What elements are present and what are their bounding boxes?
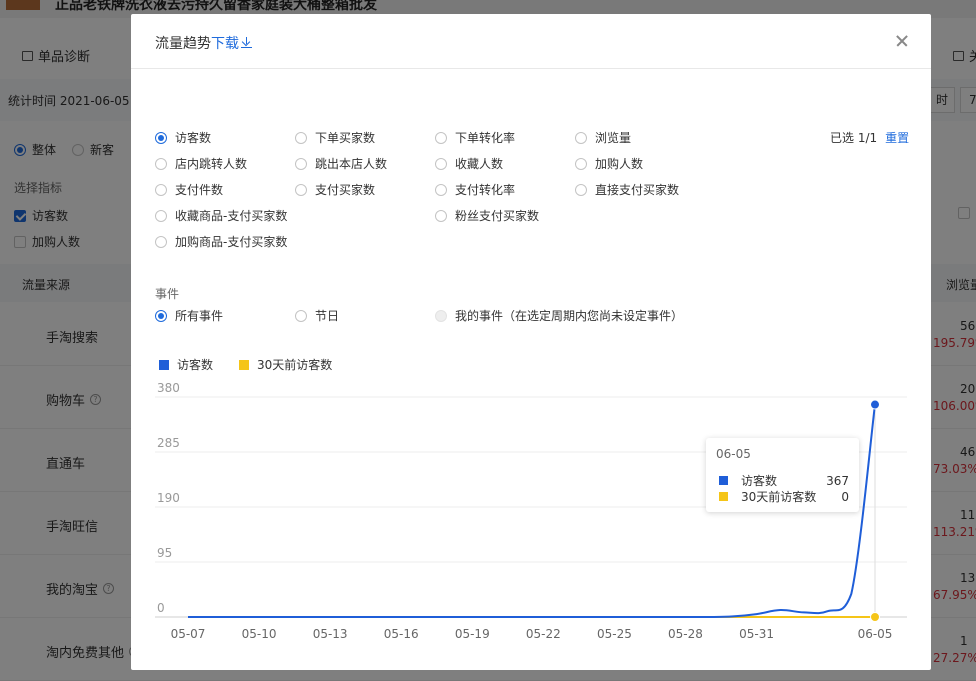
x-tick-label: 05-22 (526, 627, 561, 641)
y-tick-label: 285 (157, 436, 180, 450)
y-tick-label: 95 (157, 546, 172, 560)
x-tick-label: 06-05 (858, 627, 893, 641)
tooltip-row-visitors: 访客数 367 (719, 472, 849, 489)
y-tick-label: 0 (157, 601, 165, 615)
tooltip-swatch (719, 476, 728, 485)
x-tick-label: 05-16 (384, 627, 419, 641)
x-tick-label: 05-19 (455, 627, 490, 641)
x-tick-label: 05-25 (597, 627, 632, 641)
y-tick-label: 380 (157, 381, 180, 395)
y-tick-label: 190 (157, 491, 180, 505)
tooltip-date: 06-05 (716, 447, 751, 461)
x-tick-label: 05-10 (242, 627, 277, 641)
data-point-visitors (870, 399, 880, 410)
tooltip-swatch (719, 492, 728, 501)
x-tick-label: 05-13 (313, 627, 348, 641)
x-tick-label: 05-31 (739, 627, 774, 641)
tooltip-row-visitors-30d-ago: 30天前访客数 0 (719, 488, 849, 505)
trend-chart: 380 285 190 95 0 05-07 05-10 05-13 05-16 05-19 05-… (155, 381, 907, 641)
data-point-visitors-30d-ago (870, 612, 880, 622)
traffic-trend-modal: 流量趋势 下载 访客数 下单买家数 下单转化率 浏览量 店内跳转人数 跳出本店人数 收藏人数… (131, 14, 931, 670)
x-tick-label: 05-28 (668, 627, 703, 641)
chart-tooltip: 06-05 访客数 367 30天前访客数 0 (706, 438, 859, 512)
x-tick-label: 05-07 (171, 627, 206, 641)
